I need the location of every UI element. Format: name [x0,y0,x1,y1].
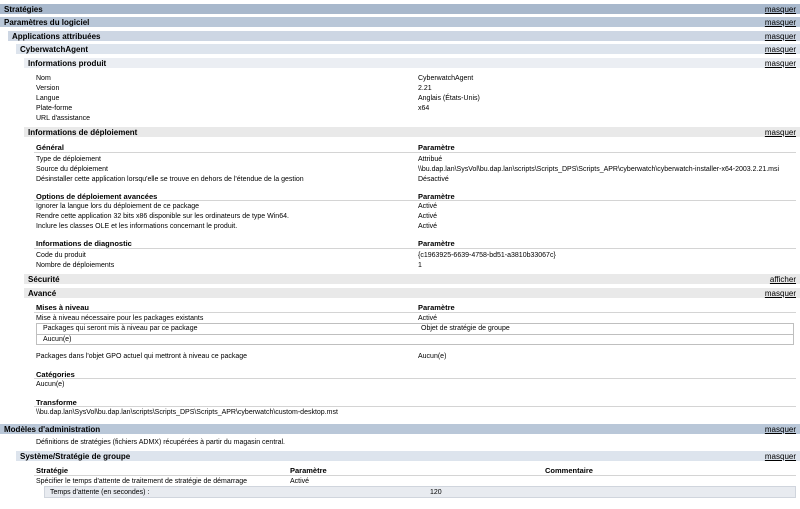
table-empty-row: Aucun(e) [43,336,72,343]
hide-link[interactable]: masquer [765,32,800,41]
section-title: Paramètres du logiciel [4,17,90,27]
ignore-language-value: Activé [418,203,438,210]
product-language-label: Langue [36,95,60,102]
ignore-language-label: Ignorer la langue lors du déploiement de… [36,203,200,210]
product-code-label: Code du produit [36,252,86,259]
section-title: Système/Stratégie de groupe [20,451,131,461]
categories-value: Aucun(e) [36,381,65,388]
hide-link[interactable]: masquer [765,425,800,434]
deploy-type-label: Type de déploiement [36,156,101,163]
section-title: Applications attribuées [12,31,101,41]
show-link[interactable]: afficher [770,275,800,284]
section-title: Avancé [28,288,57,298]
comment-column-header: Commentaire [545,466,593,475]
product-version-value: 2.21 [418,85,432,92]
startup-wait-value: Activé [290,478,310,485]
section-header-admin-templates: Modèles d'administration masquer [0,424,800,435]
section-header-deployment-info: Informations de déploiement masquer [24,127,800,138]
section-header-product-info: Informations produit masquer [24,58,800,69]
product-version-label: Version [36,85,60,92]
divider [34,152,796,153]
diagnostic-heading: Informations de diagnostic [36,239,132,248]
hide-link[interactable]: masquer [765,59,800,68]
section-title: Sécurité [28,274,60,284]
parameter-column-header: Paramètre [290,466,327,475]
section-header-cyberwatch-agent: CyberwatchAgent masquer [16,44,800,55]
hide-link[interactable]: masquer [765,128,800,137]
section-header-assigned-apps: Applications attribuées masquer [8,31,800,42]
divider [34,248,796,249]
x86-on-win64-value: Activé [418,213,438,220]
uninstall-value: Désactivé [418,176,449,183]
policy-column-header: Stratégie [36,466,69,475]
deploy-source-value: \\bu.dap.lan\SysVol\bu.dap.lan\scripts\S… [418,166,780,173]
table-divider [37,334,793,335]
product-platform-label: Plate-forme [36,105,73,112]
divider [34,378,796,379]
admx-description: Définitions de stratégies (fichiers ADMX… [36,439,285,446]
divider [34,406,796,407]
divider [34,475,796,476]
upgrade-required-value: Activé [418,315,438,322]
section-header-security: Sécurité afficher [24,274,800,285]
hide-link[interactable]: masquer [765,5,800,14]
upgrade-required-label: Mise à niveau nécessaire pour les packag… [36,315,204,322]
hide-link[interactable]: masquer [765,289,800,298]
x86-on-win64-label: Rendre cette application 32 bits x86 dis… [36,213,289,220]
divider [34,200,796,201]
parameter-heading: Paramètre [418,303,455,312]
ole-classes-label: Inclure les classes OLE et les informati… [36,223,238,230]
general-heading: Général [36,143,64,152]
section-title: CyberwatchAgent [20,44,89,54]
section-header-system-group-policy: Système/Stratégie de groupe masquer [16,451,800,462]
gpo-upgrade-label: Packages dans l'objet GPO actuel qui met… [36,353,248,360]
hide-link[interactable]: masquer [765,45,800,54]
hide-link[interactable]: masquer [765,18,800,27]
deploy-count-value: 1 [418,262,422,269]
deploy-count-label: Nombre de déploiements [36,262,115,269]
deploy-source-label: Source du déploiement [36,166,108,173]
product-language-value: Anglais (États-Unis) [418,95,480,102]
section-title: Modèles d'administration [4,424,101,434]
section-header-strategies: Stratégies masquer [0,4,800,15]
parameter-heading: Paramètre [418,239,455,248]
product-name-label: Nom [36,75,51,82]
section-header-software-settings: Paramètres du logiciel masquer [0,17,800,28]
section-title: Informations de déploiement [28,127,138,137]
uninstall-label: Désinstaller cette application lorsqu'el… [36,176,304,183]
ole-classes-value: Activé [418,223,438,230]
product-url-label: URL d'assistance [36,115,90,122]
wait-time-value: 120 [430,489,442,496]
parameter-heading: Paramètre [418,143,455,152]
table-header-packages: Packages qui seront mis à niveau par ce … [43,325,198,332]
product-name-value: CyberwatchAgent [418,75,474,82]
section-title: Informations produit [28,58,107,68]
deploy-type-value: Attribué [418,156,443,163]
wait-time-row [44,486,796,498]
section-header-advanced: Avancé masquer [24,288,800,299]
product-code-value: {c1963925-6639-4758-bd51-a3810b33067c} [418,252,556,259]
section-title: Stratégies [4,4,43,14]
transform-value: \\bu.dap.lan\SysVol\bu.dap.lan\scripts\S… [36,409,338,416]
upgrades-heading: Mises à niveau [36,303,89,312]
wait-time-label: Temps d'attente (en secondes) : [50,489,150,496]
product-platform-value: x64 [418,105,430,112]
table-header-gpo: Objet de stratégie de groupe [421,325,510,332]
gpo-upgrade-value: Aucun(e) [418,353,447,360]
hide-link[interactable]: masquer [765,452,800,461]
startup-wait-label: Spécifier le temps d'attente de traiteme… [36,478,248,485]
divider [34,312,796,313]
